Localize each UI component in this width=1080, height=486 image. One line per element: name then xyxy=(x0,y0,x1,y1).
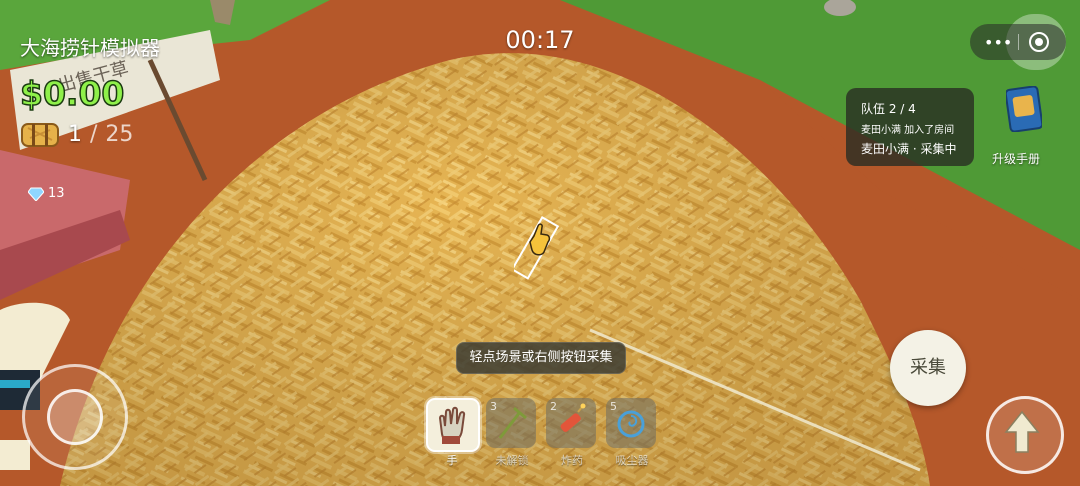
tap-hand-icon xyxy=(514,216,560,280)
jump-button[interactable] xyxy=(986,396,1064,474)
collect-button[interactable]: 采集 xyxy=(890,330,966,406)
hotbar-slot-dynamite[interactable]: 2 xyxy=(546,398,596,448)
hotbar-label-locked: 未解锁 xyxy=(495,454,529,467)
collect-hint: 轻点场景或右侧按钮采集 xyxy=(456,342,626,374)
hotbar-slot-locked[interactable]: 3 xyxy=(486,398,536,448)
close-target-icon[interactable] xyxy=(1028,31,1050,53)
money-display: $0.00 xyxy=(19,73,125,114)
team-count: 队伍 2 / 4 xyxy=(861,102,916,116)
hotbar-slot-hand[interactable] xyxy=(426,398,480,452)
glove-icon xyxy=(438,406,466,444)
upgrade-book-icon[interactable] xyxy=(1006,86,1042,132)
capsule-divider xyxy=(1018,34,1019,50)
hay-capacity: 25 xyxy=(105,121,134,147)
hay-current: 1 xyxy=(68,121,82,147)
hay-counter: 1 / 25 xyxy=(20,120,133,148)
match-timer: 00:17 xyxy=(505,26,575,54)
diamond-icon xyxy=(28,187,44,201)
gem-count: 13 xyxy=(48,186,65,201)
hotbar-slot-vacuum[interactable]: 5 xyxy=(606,398,656,448)
gem-counter: 13 xyxy=(28,186,65,201)
mini-program-capsule: ••• xyxy=(970,24,1066,60)
hay-bale-icon xyxy=(21,123,59,147)
joystick-knob[interactable] xyxy=(47,389,103,445)
upgrade-book-label[interactable]: 升级手册 xyxy=(992,150,1040,167)
team-panel: 队伍 2 / 4 麦田小满 加入了房间 麦田小满 · 采集中 xyxy=(846,88,974,166)
more-menu-icon[interactable]: ••• xyxy=(984,33,1012,52)
arrow-up-icon xyxy=(1004,410,1040,453)
hotbar-slot-number: 2 xyxy=(550,400,557,413)
hotbar-label-vacuum: 吸尘器 xyxy=(615,454,649,467)
hotbar-slot-number: 3 xyxy=(490,400,497,413)
hotbar-slot-number: 5 xyxy=(610,400,617,413)
hay-separator: / xyxy=(90,121,98,147)
team-status: 麦田小满 · 采集中 xyxy=(861,142,957,156)
hotbar-label-dynamite: 炸药 xyxy=(561,454,583,467)
team-join-message: 麦田小满 加入了房间 xyxy=(861,125,955,136)
hotbar-label-hand: 手 xyxy=(446,454,458,467)
